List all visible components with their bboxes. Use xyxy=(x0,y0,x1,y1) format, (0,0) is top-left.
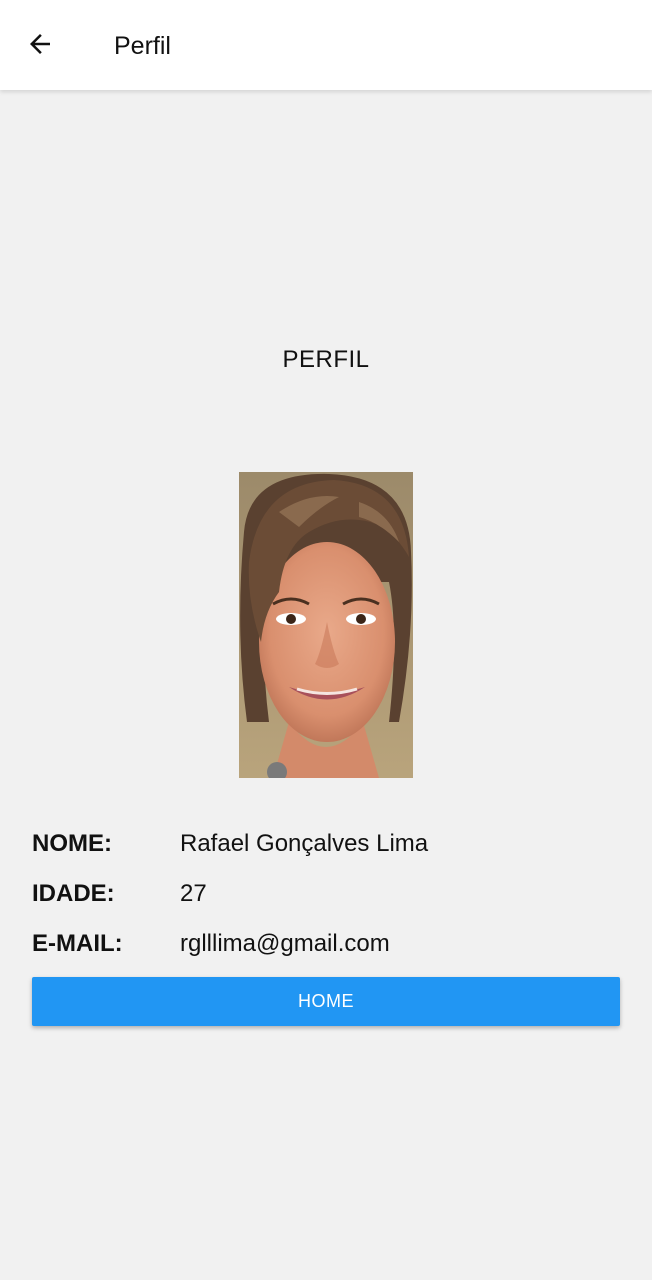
profile-photo xyxy=(239,472,413,778)
arrow-left-icon xyxy=(25,29,55,64)
email-value: rglllima@gmail.com xyxy=(180,930,390,957)
back-button[interactable] xyxy=(14,22,66,70)
app-bar: Perfil xyxy=(0,0,652,90)
age-label: IDADE: xyxy=(32,880,115,907)
info-row-email: E-MAIL: rglllima@gmail.com xyxy=(32,927,632,961)
name-label: NOME: xyxy=(32,830,112,857)
info-row-age: IDADE: 27 xyxy=(32,877,632,911)
app-bar-title: Perfil xyxy=(114,32,171,60)
age-value: 27 xyxy=(180,880,207,907)
email-label: E-MAIL: xyxy=(32,930,123,957)
page-heading: PERFIL xyxy=(282,346,370,373)
info-row-name: NOME: Rafael Gonçalves Lima xyxy=(32,827,632,861)
home-button[interactable]: HOME xyxy=(32,977,620,1026)
name-value: Rafael Gonçalves Lima xyxy=(180,830,429,857)
